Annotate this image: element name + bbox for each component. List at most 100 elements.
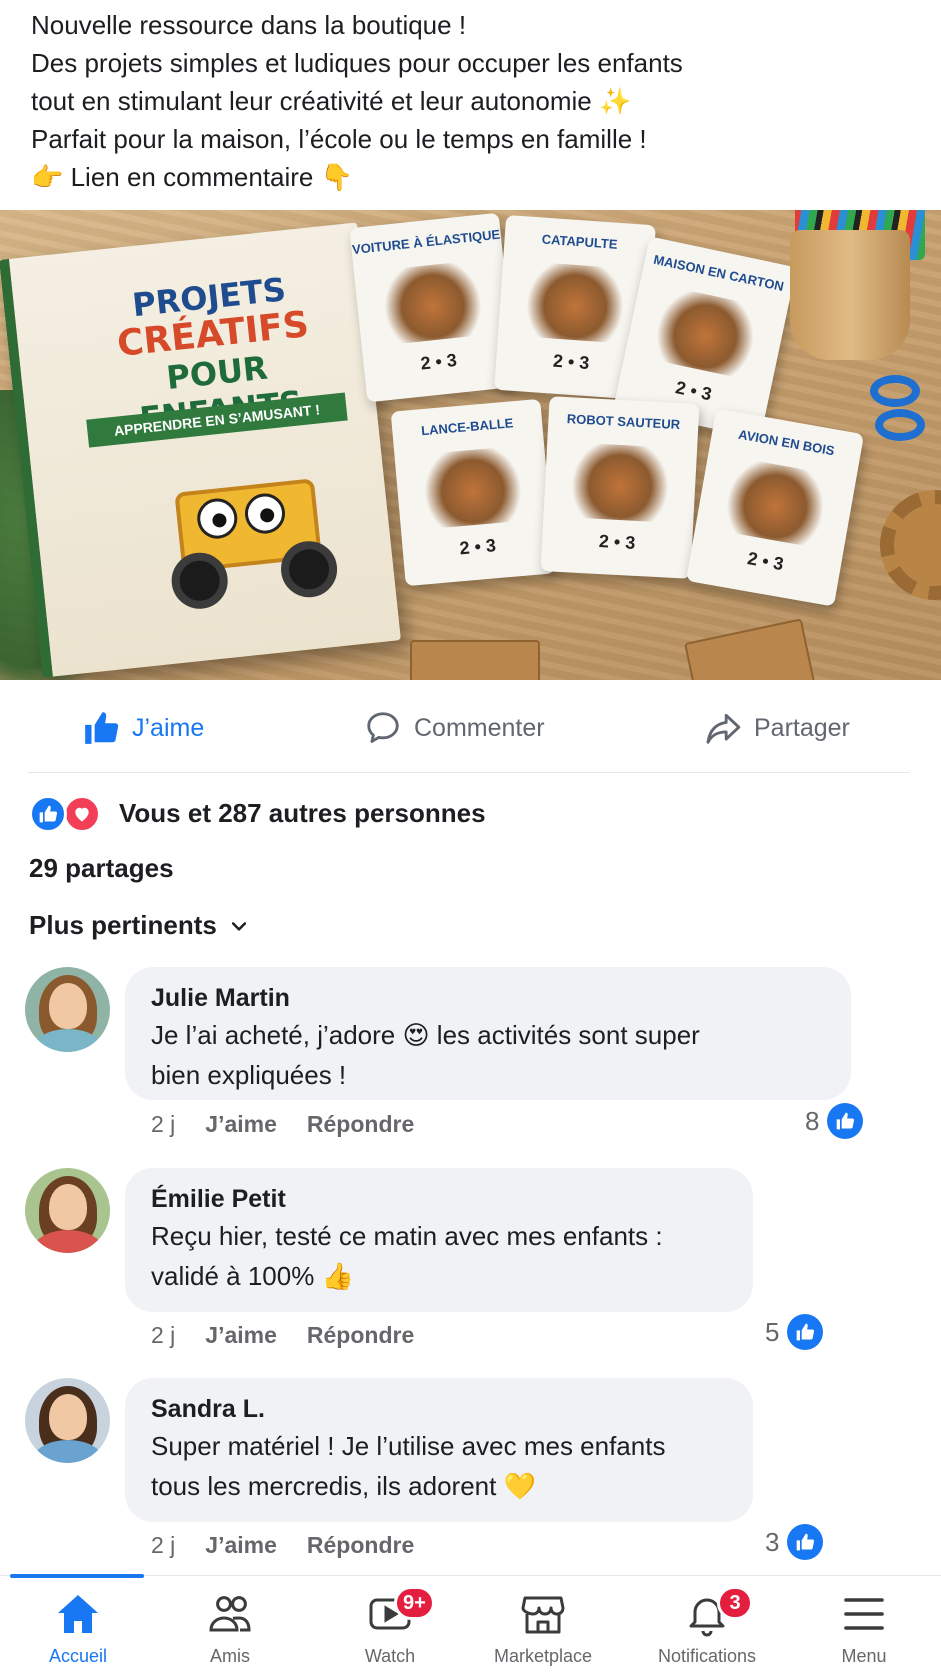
card-illustration: [563, 442, 678, 523]
comment-sort-dropdown[interactable]: Plus pertinents: [29, 910, 249, 941]
avatar[interactable]: [25, 967, 110, 1052]
commenter-name[interactable]: Julie Martin: [151, 981, 825, 1015]
comment-reply-link[interactable]: Répondre: [307, 1322, 414, 1349]
product-book-cover: PROJETS CRÉATIFS POUR ENFANTS APPRENDRE …: [0, 222, 401, 678]
comment-text-line: bien expliquées !: [151, 1060, 347, 1090]
nav-label: Menu: [841, 1646, 887, 1666]
commenter-name[interactable]: Sandra L.: [151, 1392, 727, 1426]
comment-bubble: Julie Martin Je l’ai acheté, j’adore 😍 l…: [125, 967, 851, 1100]
avatar[interactable]: [25, 1168, 110, 1253]
comment-time: 2 j: [151, 1322, 176, 1348]
scissors-decoration: [770, 375, 930, 445]
card-illustration: [517, 261, 633, 344]
wood-piece-decoration: [410, 640, 540, 680]
comment-bubble: Sandra L. Super matériel ! Je l’utilise …: [125, 1378, 753, 1522]
nav-label: Amis: [210, 1646, 250, 1666]
post-text-line: 👉 Lien en commentaire 👇: [31, 162, 353, 192]
post-text-line: Des projets simples et ludiques pour occ…: [31, 48, 683, 78]
notifications-badge: 3: [717, 1586, 753, 1620]
pencil-cup-decoration: [790, 230, 910, 360]
comment-like-count: 8: [805, 1105, 820, 1136]
comment-meta: 2 j J’aime Répondre: [151, 1532, 414, 1559]
comment-text-line: Super matériel ! Je l’utilise avec mes e…: [151, 1431, 666, 1461]
comment-button[interactable]: Commenter: [364, 704, 545, 752]
like-button[interactable]: J’aime: [82, 704, 204, 752]
comment-reply-link[interactable]: Répondre: [307, 1111, 414, 1138]
avatar[interactable]: [25, 1378, 110, 1463]
scissors-ring: [870, 375, 920, 407]
post-text-line: Parfait pour la maison, l’école ou le te…: [31, 124, 647, 154]
nav-notifications[interactable]: Notifications 3: [637, 1586, 777, 1667]
comment-text-line: Reçu hier, testé ce matin avec mes enfan…: [151, 1221, 663, 1251]
robot-illustration: [141, 445, 356, 615]
nav-menu[interactable]: Menu: [794, 1590, 934, 1667]
comment-text-line: tous les mercredis, ils adorent 💛: [151, 1471, 536, 1501]
comment-time: 2 j: [151, 1532, 176, 1558]
share-label: Partager: [754, 713, 850, 742]
comment-label: Commenter: [414, 713, 545, 742]
card-number: 2 • 3: [458, 535, 497, 559]
friends-icon: [209, 1596, 251, 1632]
card-number: 2 • 3: [419, 349, 458, 374]
comment-text-line: Je l’ai acheté, j’adore 😍 les activités …: [151, 1020, 700, 1050]
project-card: VOITURE À ÉLASTIQUE 2 • 3: [349, 212, 517, 403]
nav-home[interactable]: Accueil: [8, 1590, 148, 1667]
comment-meta: 2 j J’aime Répondre: [151, 1111, 414, 1138]
commenter-name[interactable]: Émilie Petit: [151, 1182, 727, 1216]
like-reaction-icon: [827, 1103, 864, 1139]
card-title: CATAPULTE: [541, 231, 618, 252]
reaction-icons: [29, 793, 109, 833]
avatar-face: [49, 983, 87, 1029]
reactions-summary[interactable]: Vous et 287 autres personnes: [29, 793, 486, 833]
nav-label: Marketplace: [493, 1646, 593, 1666]
comment-likes[interactable]: 3: [765, 1524, 824, 1560]
share-button[interactable]: Partager: [704, 704, 850, 752]
nav-label: Notifications: [657, 1646, 757, 1666]
comment-like-link[interactable]: J’aime: [205, 1111, 277, 1138]
scissors-ring: [875, 409, 925, 441]
post-action-bar: J’aime Commenter Partager: [0, 696, 941, 760]
comment-likes[interactable]: 8: [805, 1103, 864, 1139]
love-reaction-icon: [63, 795, 101, 833]
like-reaction-icon: [29, 795, 67, 833]
post-text-line: Nouvelle ressource dans la boutique !: [31, 10, 467, 40]
reactions-text: Vous et 287 autres personnes: [119, 797, 486, 828]
share-icon: [706, 713, 741, 744]
comment-icon: [367, 712, 399, 743]
avatar-face: [49, 1184, 87, 1230]
avatar-face: [49, 1394, 87, 1440]
card-illustration: [715, 456, 837, 550]
card-title: VOITURE À ÉLASTIQUE: [351, 226, 501, 258]
like-reaction-icon: [787, 1524, 824, 1560]
comment-reply-link[interactable]: Répondre: [307, 1532, 414, 1559]
nav-watch[interactable]: Watch 9+: [320, 1586, 460, 1667]
comment-bubble: Émilie Petit Reçu hier, testé ce matin a…: [125, 1168, 753, 1312]
watch-badge: 9+: [394, 1586, 435, 1620]
nav-friends[interactable]: Amis: [160, 1590, 300, 1667]
comment-text-line: validé à 100% 👍: [151, 1261, 354, 1291]
comment-like-count: 5: [765, 1316, 780, 1347]
nav-label: Watch: [364, 1646, 416, 1666]
like-reaction-icon: [787, 1314, 824, 1350]
post-text: Nouvelle ressource dans la boutique ! De…: [31, 6, 911, 196]
project-card: LANCE-BALLE 2 • 3: [390, 398, 556, 587]
marketplace-icon: [521, 1596, 565, 1634]
shares-count[interactable]: 29 partages: [29, 853, 174, 884]
divider: [28, 772, 910, 773]
card-illustration: [373, 259, 492, 346]
comment-like-link[interactable]: J’aime: [205, 1532, 277, 1559]
project-card: ROBOT SAUTEUR 2 • 3: [540, 396, 700, 579]
card-title: ROBOT SAUTEUR: [566, 411, 681, 433]
comment-likes[interactable]: 5: [765, 1314, 824, 1350]
active-tab-indicator: [10, 1574, 144, 1578]
bottom-navigation: Accueil Amis Watch 9+ Marketplace Notifi…: [0, 1574, 941, 1672]
post-image[interactable]: PROJETS CRÉATIFS POUR ENFANTS APPRENDRE …: [0, 210, 941, 680]
nav-label: Accueil: [48, 1646, 108, 1666]
comment-like-link[interactable]: J’aime: [205, 1322, 277, 1349]
card-number: 2 • 3: [598, 530, 636, 553]
chevron-down-icon: [231, 921, 246, 931]
nav-marketplace[interactable]: Marketplace: [473, 1590, 613, 1667]
home-icon: [58, 1595, 98, 1633]
like-label: J’aime: [132, 713, 205, 742]
card-title: LANCE-BALLE: [420, 415, 514, 439]
